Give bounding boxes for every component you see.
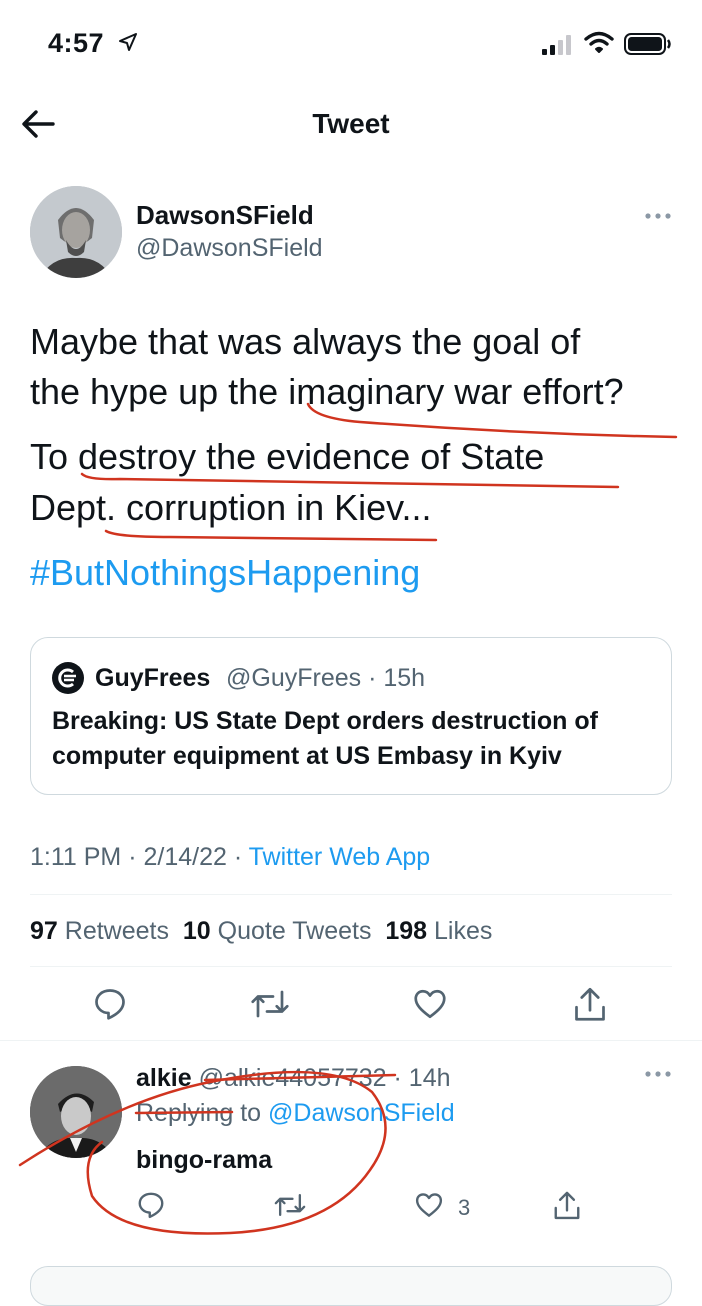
reply-avatar-portrait-image (30, 1066, 122, 1158)
reply-icon[interactable] (136, 1190, 166, 1220)
tweet-text-line: To destroy the evidence of State (30, 436, 545, 477)
quoted-text-line: Breaking: US State Dept orders destructi… (52, 707, 598, 735)
author-handle[interactable]: @DawsonSField (136, 234, 323, 263)
share-icon[interactable] (572, 986, 608, 1024)
tweet-timestamp: 1:11 PM · 2/14/22 · Twitter Web App (30, 843, 430, 872)
tweet-text-line: Dept. corruption in Kiev... (30, 487, 432, 528)
like-icon[interactable] (412, 986, 448, 1022)
avatar[interactable] (30, 186, 122, 278)
quoted-handle-time: @GuyFrees · 15h (226, 664, 426, 692)
battery-icon (624, 33, 671, 55)
tweet-text-line: Maybe that was always the goal of (30, 321, 581, 362)
divider (30, 894, 672, 895)
divider (0, 1040, 702, 1041)
next-tweet-card[interactable] (30, 1266, 672, 1306)
more-icon[interactable] (644, 1070, 672, 1078)
divider (30, 966, 672, 967)
likes-stat[interactable]: 198 Likes (385, 917, 492, 945)
tweet-text-line: the hype up the imaginary war effort? (30, 371, 624, 412)
reply-header: alkie @alkie44057732 · 14h (136, 1064, 451, 1093)
replying-to: Replying to @DawsonSField (136, 1099, 455, 1128)
reply-icon[interactable] (92, 986, 128, 1022)
reply-handle-time: @alkie44057732 · 14h (198, 1064, 451, 1092)
annotation-underline (104, 529, 438, 542)
replying-to-handle[interactable]: @DawsonSField (268, 1099, 455, 1127)
replying-to-label: Replying to (136, 1099, 269, 1127)
guyfrees-logo-icon (58, 668, 76, 688)
reply-text: bingo-rama (136, 1146, 273, 1174)
retweet-icon[interactable] (250, 986, 290, 1022)
tweet-source-link[interactable]: Twitter Web App (249, 843, 431, 871)
retweet-icon[interactable] (274, 1190, 306, 1220)
wifi-icon (584, 31, 614, 53)
reply-avatar[interactable] (30, 1066, 122, 1158)
signal-icon (542, 35, 571, 55)
location-arrow-icon (119, 33, 137, 51)
author-name[interactable]: DawsonSField (136, 200, 314, 231)
reply-like-count: 3 (458, 1195, 471, 1220)
more-icon[interactable] (644, 212, 672, 220)
quoted-author-name: GuyFrees (95, 664, 211, 692)
status-time: 4:57 (48, 28, 105, 58)
reply-author-name[interactable]: alkie (136, 1064, 192, 1092)
quoted-author-avatar (52, 662, 84, 694)
quote-tweets-stat[interactable]: 10 Quote Tweets (183, 917, 372, 945)
retweets-stat[interactable]: 97 Retweets (30, 917, 169, 945)
page-title: Tweet (312, 108, 390, 139)
timestamp-text: 1:11 PM · 2/14/22 · (30, 843, 249, 871)
avatar-portrait-image (30, 186, 122, 278)
tweet-stats: 97 Retweets 10 Quote Tweets 198 Likes (30, 917, 492, 946)
hashtag-link[interactable]: #ButNothingsHappening (30, 552, 420, 594)
share-icon[interactable] (552, 1190, 582, 1222)
like-icon[interactable] (414, 1190, 444, 1220)
quoted-text-line: computer equipment at US Embasy in Kyiv (52, 742, 562, 770)
